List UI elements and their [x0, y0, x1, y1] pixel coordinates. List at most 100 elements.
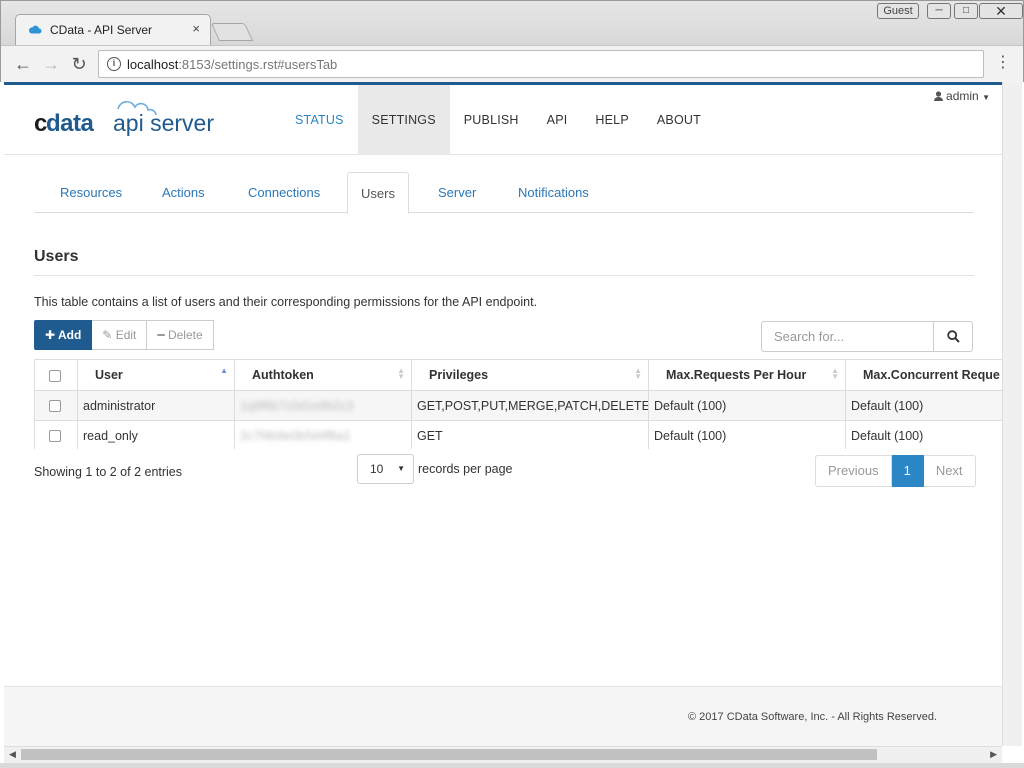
search-input[interactable] — [762, 322, 933, 351]
address-bar[interactable]: i localhost:8153/settings.rst#usersTab — [98, 50, 984, 78]
footer: © 2017 CData Software, Inc. - All Rights… — [4, 686, 1002, 746]
table-actions: ✚ Add ✎ Edit ━ Delete — [34, 320, 214, 350]
reload-icon[interactable]: ↻ — [68, 53, 90, 75]
cell-privileges: GET — [411, 420, 649, 449]
users-table: User ▲ Authtoken ▲ ▼ Privileges ▲ ▼ Max.Reque… — [34, 359, 1002, 449]
caret-down-icon: ▼ — [982, 93, 990, 102]
search-icon — [946, 330, 960, 343]
vertical-scrollbar[interactable] — [1002, 82, 1022, 746]
edit-user-button[interactable]: ✎ Edit — [92, 320, 148, 350]
browser-titlebar: CData - API Server × Guest ─ □ ✕ — [1, 1, 1023, 45]
cdata-logo[interactable]: c data api server — [34, 99, 224, 139]
cell-max-concurrent: Default (100) — [845, 420, 1002, 449]
tab-title: CData - API Server — [50, 23, 153, 37]
caret-down-icon: ▼ — [397, 464, 405, 473]
scrollbar-thumb[interactable] — [21, 749, 877, 760]
maximize-icon[interactable]: □ — [954, 3, 978, 19]
column-header-max-requests[interactable]: Max.Requests Per Hour ▲ ▼ — [648, 359, 846, 391]
divider — [34, 275, 974, 276]
svg-text:data: data — [46, 110, 95, 137]
column-header-authtoken[interactable]: Authtoken ▲ ▼ — [234, 359, 412, 391]
user-menu[interactable]: admin ▼ — [933, 89, 990, 103]
column-header-privileges[interactable]: Privileges ▲ ▼ — [411, 359, 649, 391]
search-box — [761, 321, 973, 352]
scroll-right-icon[interactable]: ▶ — [990, 749, 997, 760]
guest-profile-button[interactable]: Guest — [877, 3, 919, 19]
page-length-select[interactable]: 10 ▼ — [357, 454, 414, 484]
settings-tabs: Resources Actions Connections Users Serv… — [34, 172, 974, 214]
horizontal-scrollbar[interactable]: ◀ ▶ — [4, 746, 1002, 763]
svg-text:api server: api server — [113, 110, 214, 136]
section-description: This table contains a list of users and … — [34, 295, 538, 309]
table-row[interactable]: administrator 1q9f6b7c0d1e9b2c3 GET,POST… — [34, 390, 1002, 421]
tab-connections[interactable]: Connections — [235, 172, 333, 213]
table-header-row: User ▲ Authtoken ▲ ▼ Privileges ▲ ▼ Max.Reque… — [34, 359, 1002, 391]
page-content: c data api server STATUS SETTINGS PUBLIS… — [4, 82, 1002, 746]
nav-help[interactable]: HELP — [581, 85, 642, 155]
table-row[interactable]: read_only 2c7f4b9e0b5d4f8a1 GET Default … — [34, 420, 1002, 449]
page-title: Users — [34, 248, 79, 265]
cell-user: administrator — [77, 390, 235, 421]
copyright: © 2017 CData Software, Inc. - All Rights… — [688, 711, 937, 723]
app-header: c data api server STATUS SETTINGS PUBLIS… — [4, 85, 1002, 155]
tab-server[interactable]: Server — [425, 172, 489, 213]
row-checkbox[interactable] — [49, 400, 61, 413]
close-tab-icon[interactable]: × — [192, 21, 200, 36]
cell-authtoken: 2c7f4b9e0b5d4f8a1 — [234, 420, 412, 449]
select-all-checkbox[interactable] — [49, 369, 61, 382]
page-1-button[interactable]: 1 — [891, 455, 924, 487]
sort-icon: ▲ ▼ — [397, 366, 405, 381]
edit-icon: ✎ — [102, 328, 113, 342]
browser-tab[interactable]: CData - API Server × — [15, 14, 211, 45]
cell-max-concurrent: Default (100) — [845, 390, 1002, 421]
tab-resources[interactable]: Resources — [47, 172, 135, 213]
scroll-left-icon[interactable]: ◀ — [9, 749, 16, 760]
back-icon[interactable]: ← — [12, 53, 34, 75]
window-close-icon[interactable]: ✕ — [979, 3, 1023, 19]
nav-api[interactable]: API — [533, 85, 582, 155]
delete-user-button[interactable]: ━ Delete — [147, 320, 214, 350]
minus-icon: ━ — [157, 328, 165, 342]
nav-status[interactable]: STATUS — [281, 85, 358, 155]
row-checkbox[interactable] — [49, 430, 61, 443]
cell-user: read_only — [77, 420, 235, 449]
nav-settings[interactable]: SETTINGS — [357, 85, 450, 155]
minimize-icon[interactable]: ─ — [927, 3, 951, 19]
records-per-page-label: records per page — [418, 462, 513, 476]
users-table-container: User ▲ Authtoken ▲ ▼ Privileges ▲ ▼ Max.Reque… — [34, 359, 1002, 449]
new-tab-button[interactable] — [210, 23, 254, 41]
add-user-button[interactable]: ✚ Add — [34, 320, 93, 350]
info-icon[interactable]: i — [107, 57, 121, 71]
user-menu-label: admin — [946, 89, 979, 103]
cell-max-requests: Default (100) — [648, 390, 846, 421]
window-frame — [0, 763, 1024, 768]
browser-menu-icon[interactable]: ⋮ — [995, 54, 1011, 74]
cell-authtoken: 1q9f6b7c0d1e9b2c3 — [234, 390, 412, 421]
tab-users[interactable]: Users — [347, 172, 409, 214]
sort-icon: ▲ ▼ — [831, 366, 839, 381]
cell-privileges: GET,POST,PUT,MERGE,PATCH,DELETE — [411, 390, 649, 421]
next-page-button[interactable]: Next — [923, 455, 976, 487]
browser-chrome: CData - API Server × Guest ─ □ ✕ ← → ↻ i… — [0, 0, 1024, 83]
select-all-cell — [34, 359, 78, 391]
previous-page-button[interactable]: Previous — [815, 455, 892, 487]
column-header-user[interactable]: User ▲ — [77, 359, 235, 391]
plus-icon: ✚ — [45, 328, 56, 342]
cloud-icon — [28, 25, 42, 34]
user-icon — [933, 91, 943, 101]
table-info: Showing 1 to 2 of 2 entries — [34, 465, 183, 479]
nav-about[interactable]: ABOUT — [643, 85, 715, 155]
tab-actions[interactable]: Actions — [149, 172, 218, 213]
nav-publish[interactable]: PUBLISH — [450, 85, 533, 155]
forward-icon[interactable]: → — [40, 53, 62, 75]
browser-toolbar: ← → ↻ i localhost:8153/settings.rst#user… — [1, 45, 1023, 83]
column-header-max-concurrent[interactable]: Max.Concurrent Reque — [845, 359, 1002, 391]
sort-icon: ▲ ▼ — [634, 366, 642, 381]
cell-max-requests: Default (100) — [648, 420, 846, 449]
top-navigation: STATUS SETTINGS PUBLISH API HELP ABOUT — [281, 85, 715, 155]
pagination: Previous 1 Next — [815, 455, 976, 487]
sort-asc-icon: ▲ — [220, 366, 228, 375]
tab-notifications[interactable]: Notifications — [505, 172, 602, 213]
search-button[interactable] — [933, 322, 972, 351]
url-text[interactable]: localhost:8153/settings.rst#usersTab — [127, 57, 337, 72]
